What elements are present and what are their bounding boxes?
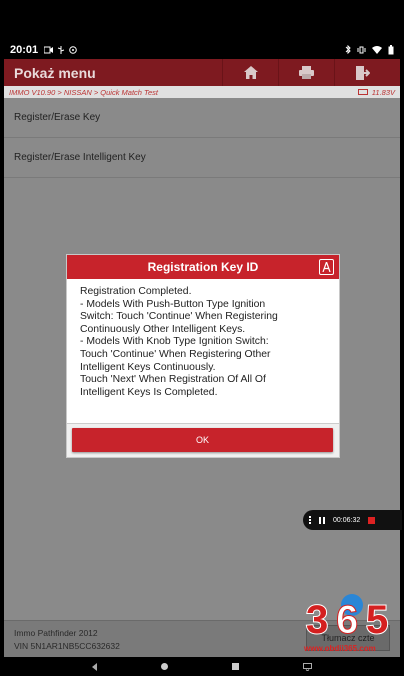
dialog-line: Intelligent Keys Is Completed. [80,386,218,398]
voltage-value: 11.83V [371,87,395,97]
home-nav-icon[interactable] [161,663,168,670]
app-bar-actions [222,59,390,86]
wifi-icon [372,45,382,54]
bluetooth-icon [345,45,351,54]
print-icon [299,66,314,79]
print-button[interactable] [278,59,334,86]
registration-dialog: Registration Key ID Registration Complet… [67,255,339,457]
function-list: Register/Erase Key Register/Erase Intell… [4,98,400,178]
vibrate-icon [357,46,366,53]
keyboard-hide-icon[interactable] [303,662,312,671]
dialog-line: Registration Completed. [80,286,192,297]
dialog-message: Registration Completed. - Models With Pu… [67,279,339,424]
status-left-icons [44,45,77,54]
text-a-icon [322,262,331,272]
stop-icon[interactable] [368,516,376,524]
translate-icon[interactable] [319,259,334,275]
exit-icon [355,65,370,80]
home-button[interactable] [222,59,278,86]
ok-button-label: OK [195,435,209,445]
svg-text:5: 5 [366,598,388,641]
usb-icon [57,45,65,54]
obdii365-logo: 3 6 5 [305,594,389,643]
screen-recorder-widget: 00:06:32 [303,510,402,530]
dialog-header: Registration Key ID [67,255,339,279]
device-screen: 20:01 Pokaż menu IMMO V10.90 > NISSAN > … [0,0,404,676]
status-time: 20:01 [10,43,39,56]
dialog-line: Touch 'Continue' When Registering Other [80,348,271,360]
home-icon [243,66,258,79]
voltage-indicator: 11.83V [357,87,395,97]
exit-button[interactable] [334,59,390,86]
menu-item-register-erase-key[interactable]: Register/Erase Key [4,98,400,138]
breadcrumb-path: IMMO V10.90 > NISSAN > Quick Match Test [9,87,158,97]
dialog-line: Touch 'Next' When Registration Of All Of [80,374,266,386]
menu-item-label: Register/Erase Key [14,112,101,123]
recent-apps-icon[interactable] [232,663,239,670]
dialog-line: Switch: Touch 'Continue' When Registerin… [80,311,278,323]
status-bar: 20:01 [0,40,404,59]
svg-text:6: 6 [336,598,358,641]
menu-item-register-erase-intelligent-key[interactable]: Register/Erase Intelligent Key [4,138,400,178]
battery-icon [388,44,394,54]
dialog-line: Intelligent Keys Continuously. [80,361,216,373]
android-nav-bar [0,657,404,676]
dialog-title: Registration Key ID [147,260,259,274]
video-icon [44,46,54,53]
vpn-icon [69,45,77,54]
app-bar: Pokaż menu [4,59,400,86]
breadcrumb: IMMO V10.90 > NISSAN > Quick Match Test … [4,86,400,98]
car-battery-icon [357,89,368,95]
watermark-url: www.obdii365.com [304,644,376,653]
dialog-line: - Models With Knob Type Ignition Switch: [80,336,269,348]
status-right-icons [345,44,394,55]
back-icon[interactable] [92,662,97,671]
ok-button[interactable]: OK [72,428,333,452]
recorder-time: 00:06:32 [333,516,361,524]
app-bar-title[interactable]: Pokaż menu [14,65,96,81]
dialog-line: - Models With Push-Button Type Ignition [80,298,266,310]
recorder-menu-icon[interactable] [309,516,311,524]
dialog-line: Continuously Other Intelligent Keys. [80,323,246,335]
pause-icon[interactable] [319,516,325,524]
svg-text:3: 3 [306,598,328,641]
menu-item-label: Register/Erase Intelligent Key [14,152,146,163]
obdii365-watermark: 3 6 5 www.obdii365.com [303,583,401,653]
